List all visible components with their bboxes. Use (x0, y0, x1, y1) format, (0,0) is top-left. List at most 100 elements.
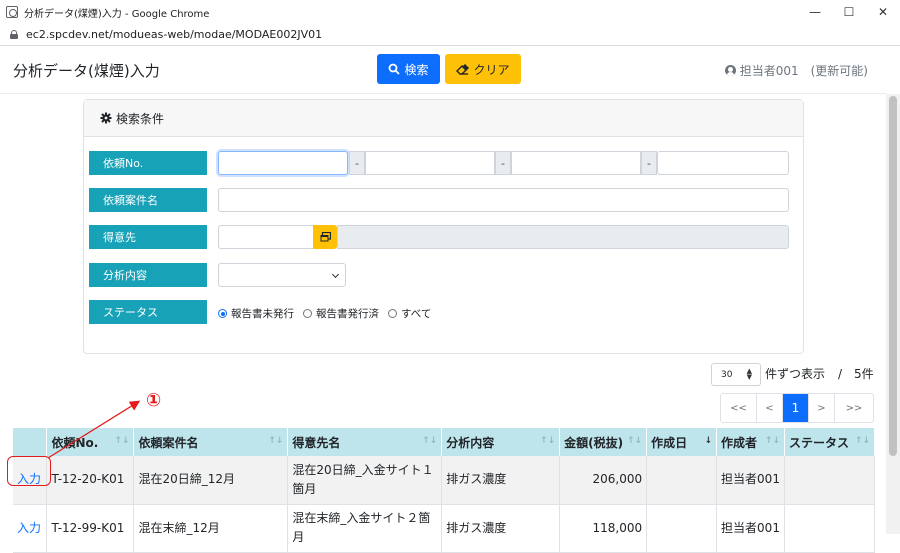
sort-icon: ↑↓ (764, 436, 781, 446)
status-option-label: すべて (401, 308, 432, 320)
col-header-status[interactable]: ステータス ↑↓ (784, 428, 875, 456)
url-text[interactable]: ec2.spcdev.net/modueas-web/modae/MODAE00… (26, 28, 322, 41)
window-restore-icon (320, 232, 331, 242)
case-name-input[interactable] (218, 188, 789, 212)
cell-creator: 担当者001 (716, 504, 786, 553)
search-conditions-title: 検索条件 (116, 111, 165, 126)
col-header-created-date[interactable]: 作成日 ↓ (646, 428, 718, 456)
per-page-text: 件ずつ表示 (765, 367, 826, 381)
customer-label: 得意先 (89, 225, 207, 249)
status-radio-unissued[interactable]: 報告書未発行 (218, 306, 294, 321)
lock-icon (10, 30, 18, 39)
cell-request-no: T-12-99-K01 (46, 504, 135, 553)
page-first-button[interactable]: << (721, 394, 757, 422)
sort-icon: ↑↓ (114, 436, 130, 446)
request-no-label: 依頼No. (89, 151, 207, 175)
status-option-label: 報告書未発行 (231, 308, 294, 320)
window-controls: — ☐ ✕ (798, 0, 900, 24)
cell-amount: 118,000 (559, 504, 648, 553)
cell-status (784, 456, 875, 505)
table-header-row: 依頼No. ↑↓ 依頼案件名 ↑↓ 得意先名 ↑↓ 分析内容 ↑↓ 金額(税抜) ↑↓ 作… (13, 428, 875, 456)
analysis-select[interactable] (218, 263, 346, 287)
cell-action: 入力 (13, 504, 48, 553)
cell-status (784, 504, 875, 553)
radio-unchecked-icon (388, 309, 397, 318)
search-button[interactable]: 検索 (377, 54, 440, 84)
maximize-button[interactable]: ☐ (832, 0, 866, 24)
page-1-button[interactable]: 1 (783, 394, 809, 422)
input-link[interactable]: 入力 (17, 521, 41, 535)
search-icon (389, 63, 401, 75)
gear-icon (100, 112, 112, 124)
address-bar[interactable]: ec2.spcdev.net/modueas-web/modae/MODAE00… (0, 24, 900, 46)
col-header-amount[interactable]: 金額(税抜) ↑↓ (559, 428, 648, 456)
col-header-label: 作成日 (651, 435, 688, 450)
cell-created-date (646, 504, 718, 553)
sort-updown-icon: ▲ ▼ (746, 367, 752, 381)
cell-created-date (646, 456, 718, 505)
sort-icon: ↑↓ (268, 436, 284, 446)
col-header-analysis[interactable]: 分析内容 ↑↓ (441, 428, 561, 456)
cell-analysis: 排ガス濃度 (441, 504, 561, 553)
table-row: 入力 T-12-99-K01 混在末締_12月 混在末締_入金サイト２箇月 排ガ… (13, 504, 875, 553)
search-button-label: 検索 (404, 62, 429, 77)
col-header-action (13, 428, 48, 456)
case-name-label: 依頼案件名 (89, 188, 207, 212)
cell-analysis: 排ガス濃度 (441, 456, 561, 505)
col-header-label: 依頼案件名 (138, 435, 199, 450)
per-page-value: 30 (721, 369, 733, 380)
close-window-button[interactable]: ✕ (866, 0, 900, 24)
customer-name-display (337, 225, 789, 249)
annotation-marker: ① (146, 390, 162, 411)
minimize-button[interactable]: — (798, 0, 832, 24)
clear-button[interactable]: クリア (445, 54, 521, 84)
page-next-button[interactable]: > (809, 394, 835, 422)
col-header-label: 分析内容 (446, 435, 495, 450)
sort-icon: ↑↓ (540, 436, 556, 446)
status-radio-issued[interactable]: 報告書発行済 (303, 306, 379, 321)
customer-code-input[interactable] (218, 225, 314, 249)
search-conditions-card: 検索条件 依頼No. - - - 依頼案件名 得意先 分析内容 ステータス 報告… (83, 99, 804, 354)
page-scrollbar[interactable] (886, 94, 900, 534)
table-row: 入力 T-12-20-K01 混在20日締_12月 混在20日締_入金サイト１箇… (13, 456, 875, 505)
col-header-creator[interactable]: 作成者 ↑↓ (716, 428, 786, 456)
col-header-label: 得意先名 (292, 435, 341, 450)
user-circle-icon (724, 65, 736, 76)
browser-title-bar: 分析データ(煤煙)入力 - Google Chrome — ☐ ✕ (0, 0, 900, 24)
status-option-label: 報告書発行済 (316, 308, 379, 320)
customer-lookup-button[interactable] (313, 225, 337, 249)
sort-icon: ↑↓ (422, 436, 438, 446)
col-header-case-name[interactable]: 依頼案件名 ↑↓ (133, 428, 289, 456)
result-count: / 5件 (838, 367, 874, 381)
request-no-input-4[interactable] (657, 151, 789, 175)
eraser-icon (456, 63, 470, 75)
analysis-label: 分析内容 (89, 263, 207, 287)
col-header-label: ステータス (789, 435, 850, 450)
cell-amount: 206,000 (559, 456, 648, 505)
sort-desc-icon: ↓ (704, 436, 713, 446)
request-no-separator: - (495, 151, 511, 175)
page-prev-button[interactable]: < (757, 394, 783, 422)
page-last-button[interactable]: >> (835, 394, 873, 422)
request-no-input-2[interactable] (365, 151, 495, 175)
app-header: 分析データ(煤煙)入力 検索 クリア 担当者001 (更新可能) (0, 46, 886, 94)
col-header-request-no[interactable]: 依頼No. ↑↓ (46, 428, 135, 456)
sort-icon: ↑↓ (627, 436, 643, 446)
col-header-customer[interactable]: 得意先名 ↑↓ (287, 428, 443, 456)
cell-request-no: T-12-20-K01 (46, 456, 135, 505)
status-radio-all[interactable]: すべて (388, 306, 431, 321)
window-title: 分析データ(煤煙)入力 - Google Chrome (24, 8, 210, 20)
request-no-input-1[interactable] (218, 151, 348, 175)
chevron-down-icon (331, 270, 340, 279)
request-no-separator: - (349, 151, 365, 175)
cell-creator: 担当者001 (716, 456, 786, 505)
user-info: 担当者001 (更新可能) (724, 62, 868, 79)
request-no-input-3[interactable] (511, 151, 641, 175)
cell-case-name: 混在末締_12月 (133, 504, 289, 553)
per-page-select[interactable]: 30 ▲ ▼ (711, 363, 761, 386)
col-header-label: 依頼No. (51, 435, 99, 450)
scrollbar-thumb[interactable] (889, 96, 897, 456)
col-header-label: 金額(税抜) (564, 435, 624, 450)
cell-case-name: 混在20日締_12月 (133, 456, 289, 505)
annotation-highlight-box (7, 456, 51, 486)
